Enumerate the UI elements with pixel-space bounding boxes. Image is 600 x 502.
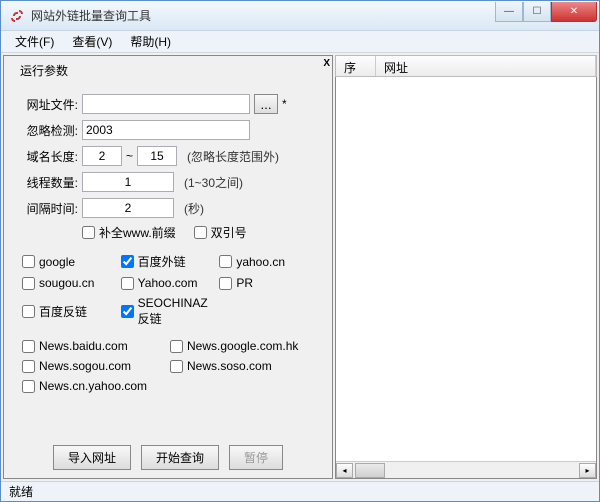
col-url[interactable]: 网址 bbox=[376, 56, 596, 76]
row-url-file: 网址文件: ... * bbox=[18, 94, 318, 114]
threads-input[interactable] bbox=[82, 172, 174, 192]
domain-len-label: 域名长度: bbox=[18, 148, 78, 165]
domain-min-input[interactable] bbox=[82, 146, 122, 166]
chk-pr[interactable]: PR bbox=[219, 276, 314, 290]
ignore-label: 忽略检测: bbox=[18, 122, 78, 139]
row-threads: 线程数量: (1~30之间) bbox=[18, 172, 318, 192]
row-ignore: 忽略检测: bbox=[18, 120, 318, 140]
row-interval: 间隔时间: (秒) bbox=[18, 198, 318, 218]
news-grid: News.baidu.com News.google.com.hk News.s… bbox=[22, 339, 314, 393]
pause-button[interactable]: 暂停 bbox=[229, 445, 283, 470]
domain-note: (忽略长度范围外) bbox=[187, 148, 279, 165]
menu-view[interactable]: 查看(V) bbox=[64, 31, 120, 52]
import-button[interactable]: 导入网址 bbox=[53, 445, 131, 470]
ignore-input[interactable] bbox=[82, 120, 250, 140]
menu-file[interactable]: 文件(F) bbox=[7, 31, 62, 52]
scroll-left-arrow[interactable]: ◂ bbox=[336, 463, 353, 478]
maximize-button[interactable]: ☐ bbox=[523, 2, 551, 22]
browse-button[interactable]: ... bbox=[254, 94, 278, 114]
left-panel: X 运行参数 网址文件: ... * 忽略检测: 域名长度: ~ bbox=[3, 55, 333, 479]
row-domain-len: 域名长度: ~ (忽略长度范围外) bbox=[18, 146, 318, 166]
chk-baidu-back[interactable]: 百度反链 bbox=[22, 296, 117, 327]
url-file-input[interactable] bbox=[82, 94, 250, 114]
interval-label: 间隔时间: bbox=[18, 200, 78, 217]
right-panel: 序号 网址 ◂ ▸ bbox=[335, 55, 597, 479]
engine-grid: google 百度外链 yahoo.cn sougou.cn Yahoo.com… bbox=[22, 253, 314, 327]
statusbar: 就绪 bbox=[1, 481, 599, 501]
interval-note: (秒) bbox=[184, 200, 204, 217]
url-file-star: * bbox=[282, 97, 287, 111]
start-button[interactable]: 开始查询 bbox=[141, 445, 219, 470]
close-button[interactable]: ✕ bbox=[551, 2, 597, 22]
chk-news-sogou[interactable]: News.sogou.com bbox=[22, 359, 166, 373]
scroll-right-arrow[interactable]: ▸ bbox=[579, 463, 596, 478]
minimize-button[interactable]: — bbox=[495, 2, 523, 22]
chk-yahoo-com[interactable]: Yahoo.com bbox=[121, 276, 216, 290]
chk-www[interactable]: 补全www.前缀 bbox=[82, 224, 176, 241]
chk-news-baidu[interactable]: News.baidu.com bbox=[22, 339, 166, 353]
row-flags: 补全www.前缀 双引号 bbox=[82, 224, 318, 241]
domain-max-input[interactable] bbox=[137, 146, 177, 166]
window-buttons: — ☐ ✕ bbox=[495, 2, 597, 22]
chk-www-box[interactable] bbox=[82, 226, 95, 239]
threads-label: 线程数量: bbox=[18, 174, 78, 191]
content-area: X 运行参数 网址文件: ... * 忽略检测: 域名长度: ~ bbox=[1, 53, 599, 481]
list-body[interactable]: ◂ ▸ bbox=[335, 77, 597, 479]
titlebar[interactable]: 网站外链批量查询工具 — ☐ ✕ bbox=[1, 1, 599, 31]
params-legend: 运行参数 bbox=[16, 62, 72, 79]
chk-news-soso[interactable]: News.soso.com bbox=[170, 359, 314, 373]
chk-quote-box[interactable] bbox=[194, 226, 207, 239]
window-title: 网站外链批量查询工具 bbox=[31, 7, 495, 24]
button-row: 导入网址 开始查询 暂停 bbox=[4, 445, 332, 470]
app-window: 网站外链批量查询工具 — ☐ ✕ 文件(F) 查看(V) 帮助(H) X 运行参… bbox=[0, 0, 600, 502]
chk-quote[interactable]: 双引号 bbox=[194, 224, 247, 241]
threads-note: (1~30之间) bbox=[184, 174, 243, 191]
chk-google[interactable]: google bbox=[22, 253, 117, 270]
chk-baidu-out[interactable]: 百度外链 bbox=[121, 253, 216, 270]
chk-yahoo-cn[interactable]: yahoo.cn bbox=[219, 253, 314, 270]
col-index[interactable]: 序号 bbox=[336, 56, 376, 76]
menubar: 文件(F) 查看(V) 帮助(H) bbox=[1, 31, 599, 53]
params-fieldset: 运行参数 网址文件: ... * 忽略检测: 域名长度: ~ bbox=[10, 64, 326, 413]
chk-sougou-cn[interactable]: sougou.cn bbox=[22, 276, 117, 290]
chk-news-cn-yahoo[interactable]: News.cn.yahoo.com bbox=[22, 379, 166, 393]
chk-news-google-hk[interactable]: News.google.com.hk bbox=[170, 339, 314, 353]
horizontal-scrollbar[interactable]: ◂ ▸ bbox=[336, 461, 596, 478]
tilde: ~ bbox=[126, 149, 133, 163]
url-file-label: 网址文件: bbox=[18, 96, 78, 113]
status-text: 就绪 bbox=[9, 483, 33, 500]
chk-seochinaz[interactable]: SEOCHINAZ反链 bbox=[121, 296, 216, 327]
chain-link-icon bbox=[9, 8, 25, 24]
interval-input[interactable] bbox=[82, 198, 174, 218]
list-header: 序号 网址 bbox=[335, 55, 597, 77]
scroll-thumb[interactable] bbox=[355, 463, 385, 478]
menu-help[interactable]: 帮助(H) bbox=[122, 31, 179, 52]
